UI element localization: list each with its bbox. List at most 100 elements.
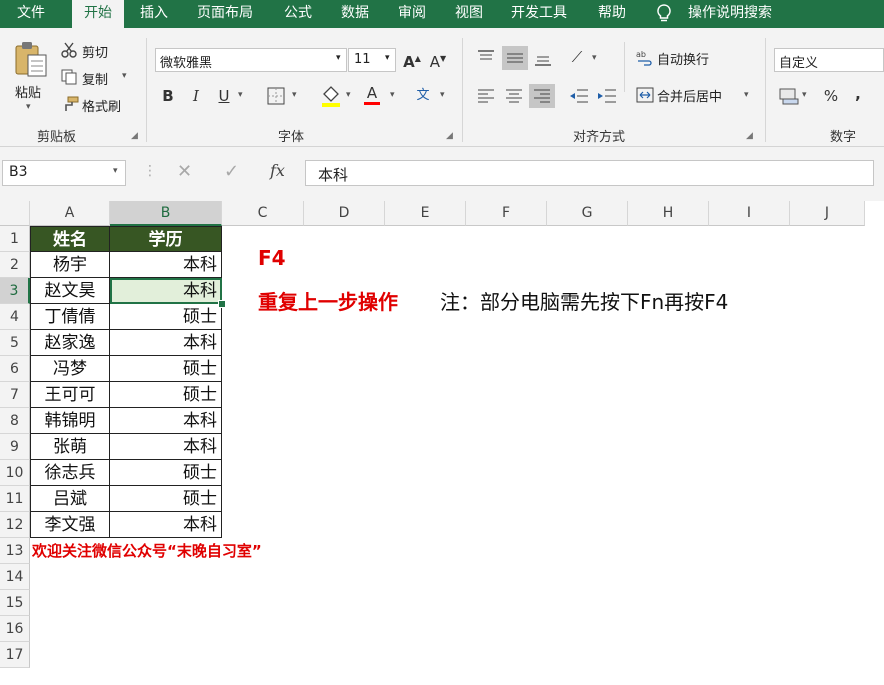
column-header-e[interactable]: E <box>385 201 466 226</box>
column-header-g[interactable]: G <box>547 201 628 226</box>
degree-cell[interactable]: 硕士 <box>110 356 222 382</box>
increase-indent-icon[interactable] <box>596 86 618 106</box>
percent-style-button[interactable]: % <box>820 84 842 108</box>
accounting-dropdown-icon[interactable]: ▾ <box>802 90 807 100</box>
phonetic-guide-icon[interactable]: 文 <box>412 84 434 108</box>
align-right-button[interactable] <box>529 84 555 108</box>
degree-cell[interactable]: 硕士 <box>110 382 222 408</box>
tab-data[interactable]: 数据 <box>341 0 369 28</box>
copy-button[interactable]: 复制 <box>82 69 108 88</box>
merge-center-button[interactable]: 合并后居中 <box>657 86 722 105</box>
degree-cell[interactable]: 本科 <box>110 330 222 356</box>
alignment-launcher-icon[interactable]: ◢ <box>746 131 753 141</box>
row-header-4[interactable]: 4 <box>0 304 30 330</box>
row-header-2[interactable]: 2 <box>0 252 30 278</box>
paste-dropdown-icon[interactable]: ▾ <box>26 102 31 112</box>
row-header-9[interactable]: 9 <box>0 434 30 460</box>
name-box[interactable]: B3 ▾ <box>2 160 126 186</box>
fill-color-dropdown-icon[interactable]: ▾ <box>346 90 351 100</box>
degree-cell[interactable]: 本科 <box>110 434 222 460</box>
tell-me-search[interactable]: 操作说明搜索 <box>688 0 772 28</box>
name-cell[interactable]: 赵文昊 <box>30 278 110 304</box>
row-header-6[interactable]: 6 <box>0 356 30 382</box>
row-header-17[interactable]: 17 <box>0 642 30 668</box>
row-header-5[interactable]: 5 <box>0 330 30 356</box>
align-center-icon[interactable] <box>504 86 524 106</box>
column-header-c[interactable]: C <box>222 201 304 226</box>
font-color-dropdown-icon[interactable]: ▾ <box>390 90 395 100</box>
bold-button[interactable]: B <box>158 84 178 108</box>
font-size-select[interactable]: 11 ▾ <box>348 48 396 72</box>
format-painter-button[interactable]: 格式刷 <box>82 96 121 115</box>
tab-review[interactable]: 审阅 <box>398 0 426 28</box>
tab-file[interactable]: 文件 <box>17 0 45 28</box>
fill-color-icon[interactable] <box>320 84 342 108</box>
font-launcher-icon[interactable]: ◢ <box>446 131 453 141</box>
degree-cell[interactable]: 硕士 <box>110 460 222 486</box>
column-header-f[interactable]: F <box>466 201 547 226</box>
wrap-text-button[interactable]: 自动换行 <box>657 49 709 68</box>
tab-page-layout[interactable]: 页面布局 <box>197 0 253 28</box>
row-header-7[interactable]: 7 <box>0 382 30 408</box>
paste-button[interactable]: 粘贴 <box>15 82 41 101</box>
name-cell[interactable]: 李文强 <box>30 512 110 538</box>
row-header-3[interactable]: 3 <box>0 278 30 304</box>
number-format-select[interactable]: 自定义 <box>774 48 884 72</box>
row-header-13[interactable]: 13 <box>0 538 30 564</box>
table-header-cell[interactable]: 学历 <box>110 226 222 252</box>
name-cell[interactable]: 杨宇 <box>30 252 110 278</box>
align-middle-button[interactable] <box>502 46 528 70</box>
table-header-cell[interactable]: 姓名 <box>30 226 110 252</box>
orientation-icon[interactable]: ⟋ <box>566 45 588 69</box>
row-header-12[interactable]: 12 <box>0 512 30 538</box>
align-left-icon[interactable] <box>476 86 496 106</box>
name-cell[interactable]: 王可可 <box>30 382 110 408</box>
tab-formulas[interactable]: 公式 <box>284 0 312 28</box>
font-color-icon[interactable]: A <box>362 80 382 105</box>
degree-cell[interactable]: 本科 <box>110 408 222 434</box>
tab-insert[interactable]: 插入 <box>140 0 168 28</box>
insert-function-button[interactable]: fx <box>270 161 285 180</box>
tab-developer[interactable]: 开发工具 <box>511 0 567 28</box>
accounting-format-icon[interactable] <box>778 86 800 106</box>
column-header-d[interactable]: D <box>304 201 385 226</box>
row-header-14[interactable]: 14 <box>0 564 30 590</box>
orientation-dropdown-icon[interactable]: ▾ <box>592 53 597 63</box>
underline-button[interactable]: U <box>214 84 234 108</box>
enter-icon[interactable]: ✓ <box>224 161 239 182</box>
formula-input[interactable]: 本科 <box>305 160 874 186</box>
copy-dropdown-icon[interactable]: ▾ <box>122 71 127 81</box>
underline-dropdown-icon[interactable]: ▾ <box>238 90 243 100</box>
borders-dropdown-icon[interactable]: ▾ <box>292 90 297 100</box>
decrease-indent-icon[interactable] <box>568 86 590 106</box>
name-cell[interactable]: 冯梦 <box>30 356 110 382</box>
column-header-h[interactable]: H <box>628 201 709 226</box>
increase-font-size-icon[interactable]: A▲ <box>402 47 422 74</box>
comma-style-button[interactable]: , <box>848 82 868 106</box>
degree-cell[interactable]: 本科 <box>110 252 222 278</box>
column-header-j[interactable]: J <box>790 201 865 226</box>
borders-icon[interactable] <box>266 86 286 106</box>
name-cell[interactable]: 张萌 <box>30 434 110 460</box>
fill-handle[interactable] <box>218 300 226 308</box>
name-cell[interactable]: 赵家逸 <box>30 330 110 356</box>
tab-view[interactable]: 视图 <box>455 0 483 28</box>
phonetic-dropdown-icon[interactable]: ▾ <box>440 90 445 100</box>
cancel-icon[interactable]: ✕ <box>177 161 192 182</box>
row-header-1[interactable]: 1 <box>0 226 30 252</box>
decrease-font-size-icon[interactable]: A▼ <box>428 47 448 74</box>
align-top-icon[interactable] <box>476 48 496 68</box>
column-header-b[interactable]: B <box>110 201 222 226</box>
column-header-i[interactable]: I <box>709 201 790 226</box>
row-header-11[interactable]: 11 <box>0 486 30 512</box>
tab-help[interactable]: 帮助 <box>598 0 626 28</box>
degree-cell[interactable]: 硕士 <box>110 304 222 330</box>
name-cell[interactable]: 吕斌 <box>30 486 110 512</box>
row-header-15[interactable]: 15 <box>0 590 30 616</box>
tab-home[interactable]: 开始 <box>72 0 124 28</box>
name-cell[interactable]: 韩锦明 <box>30 408 110 434</box>
name-cell[interactable]: 徐志兵 <box>30 460 110 486</box>
degree-cell[interactable]: 硕士 <box>110 486 222 512</box>
row-header-8[interactable]: 8 <box>0 408 30 434</box>
italic-button[interactable]: I <box>186 84 206 108</box>
